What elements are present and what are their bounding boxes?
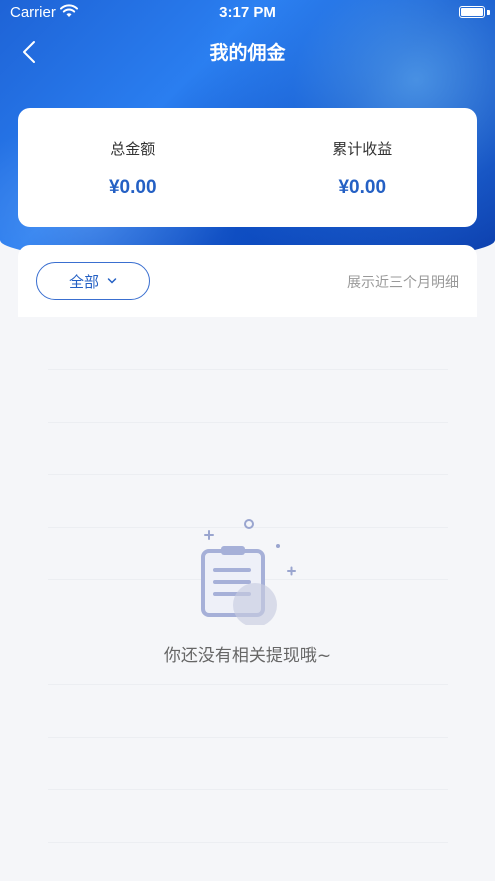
chevron-down-icon (107, 278, 117, 284)
list-divider (48, 369, 448, 370)
status-bar: Carrier 3:17 PM (0, 0, 495, 26)
list-divider (48, 474, 448, 475)
clock: 3:17 PM (219, 4, 276, 21)
total-amount-value: ¥0.00 (108, 177, 157, 198)
cumulative-earnings-section: 累计收益 ¥0.00 (248, 108, 478, 227)
list-divider (48, 684, 448, 685)
cumulative-earnings-value: ¥0.00 (338, 177, 387, 198)
empty-clipboard-icon (201, 519, 296, 625)
empty-message: 你还没有相关提现哦~ (163, 646, 332, 666)
list-divider (48, 789, 448, 790)
filter-bar: 全部 展示近三个月明细 (18, 245, 477, 317)
total-amount-section: 总金额 ¥0.00 (18, 108, 248, 227)
navigation-bar: 我的佣金 (0, 26, 495, 76)
commission-summary-card: 总金额 ¥0.00 累计收益 ¥0.00 (18, 108, 477, 227)
filter-hint: 展示近三个月明细 (347, 275, 459, 291)
total-amount-label: 总金额 (110, 140, 156, 158)
cumulative-earnings-label: 累计收益 (332, 140, 393, 158)
list-divider (48, 737, 448, 738)
page-title: 我的佣金 (209, 42, 286, 64)
list-divider (48, 842, 448, 843)
filter-label: 全部 (68, 272, 99, 291)
filter-dropdown-button[interactable]: 全部 (36, 262, 150, 300)
battery-icon (459, 6, 485, 18)
list-divider (48, 422, 448, 423)
